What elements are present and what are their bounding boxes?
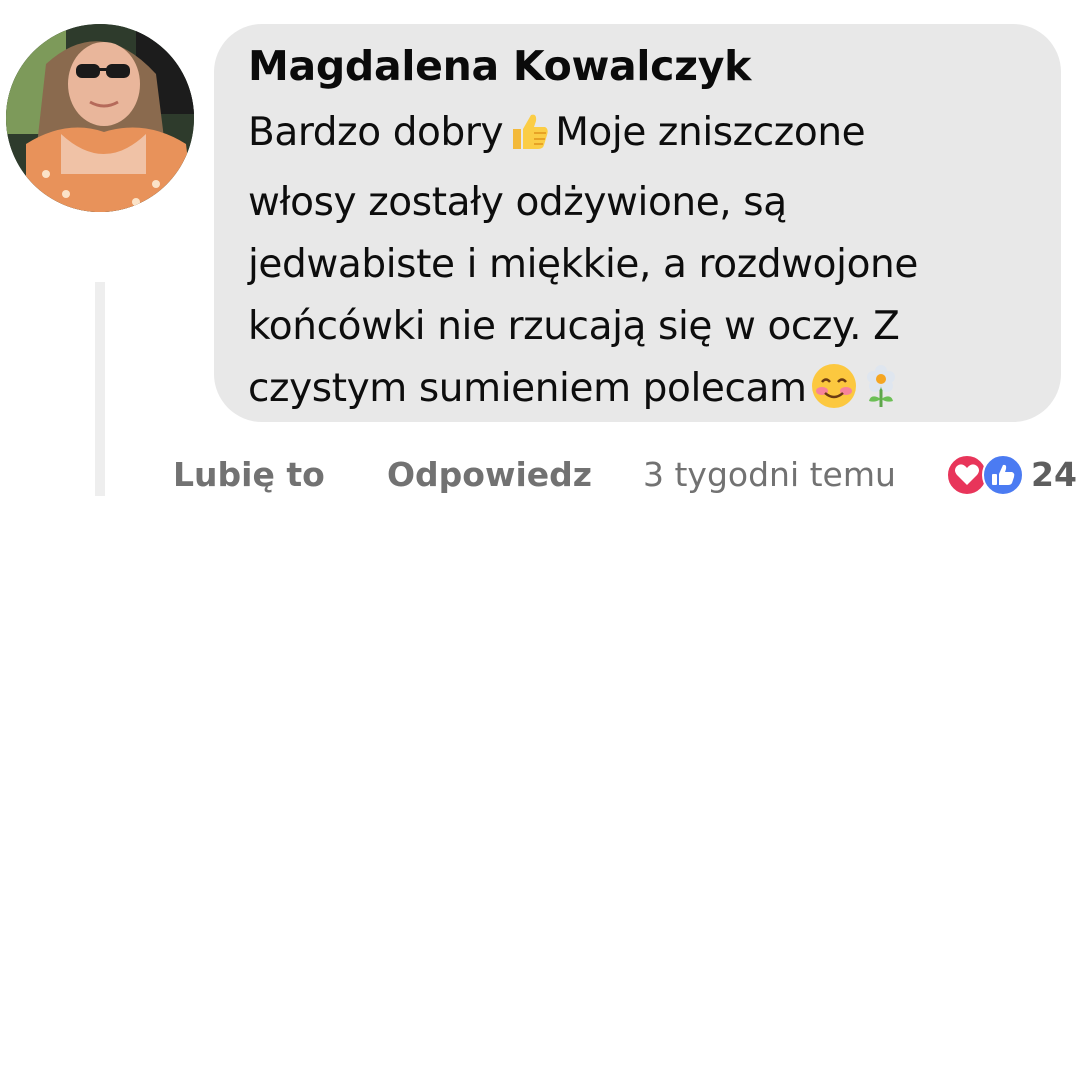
like-button[interactable]: Lubię to xyxy=(173,448,325,502)
comment-line-1-end: Moje zniszczone xyxy=(555,110,866,155)
comment-text: Bardzo dobry Moje zniszczone włosy został… xyxy=(248,102,1038,428)
comment-line-3: jedwabiste i miękkie, a rozdwojone xyxy=(248,242,918,287)
reply-button[interactable]: Odpowiedz xyxy=(387,448,592,502)
comment-author[interactable]: Magdalena Kowalczyk xyxy=(248,40,1041,92)
profile-photo xyxy=(6,24,194,212)
smiling-face-emoji-icon xyxy=(811,363,857,428)
flower-emoji-icon xyxy=(861,363,901,428)
comment-line-2: włosy zostały odżywione, są xyxy=(248,180,787,225)
comment-line-4: końcówki nie rzucają się w oczy. Z xyxy=(248,304,900,349)
comment-line-1: Bardzo dobry Moje zniszczone xyxy=(248,102,1038,172)
thumbs-up-emoji-icon xyxy=(507,109,551,172)
comment-line-5: czystym sumieniem polecam xyxy=(248,358,1038,428)
comment-bubble: Magdalena Kowalczyk Bardzo dobry Moje zni… xyxy=(214,24,1061,422)
reaction-count[interactable]: 24 xyxy=(1031,448,1077,502)
comment-actions: Lubię to Odpowiedz 3 tygodni temu 24 xyxy=(0,448,1080,502)
comment-timestamp[interactable]: 3 tygodni temu xyxy=(643,448,896,502)
comment-line-5-start: czystym sumieniem polecam xyxy=(248,366,807,411)
reactions-summary[interactable] xyxy=(946,453,1026,497)
like-reaction-icon xyxy=(982,454,1024,496)
heart-reaction-icon xyxy=(946,454,988,496)
comment-line-1-start: Bardzo dobry xyxy=(248,110,504,155)
avatar[interactable] xyxy=(6,24,194,212)
